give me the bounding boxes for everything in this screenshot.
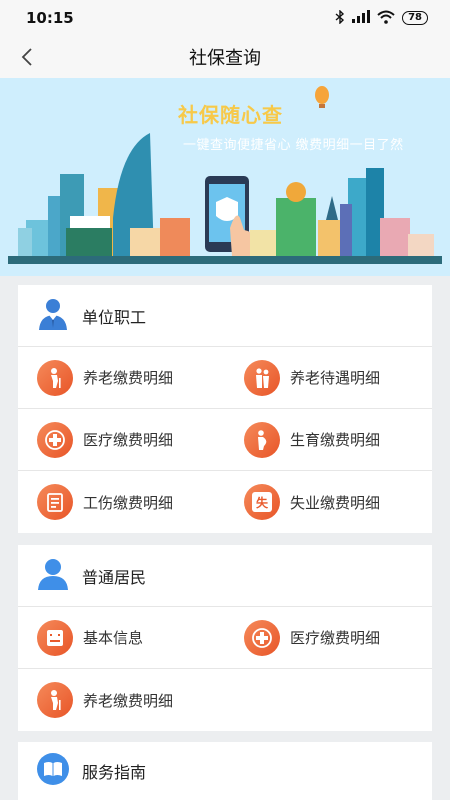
medical-payment-item[interactable]: 医疗缴费明细	[225, 607, 432, 668]
banner[interactable]: 社保随心查 一键查询便捷省心 缴费明细一目了然	[0, 78, 450, 276]
section-header-guide: 服务指南	[18, 742, 432, 800]
page-title: 社保查询	[189, 48, 261, 69]
item-label: 工伤缴费明细	[83, 493, 174, 512]
basic-info-item[interactable]: 基本信息	[18, 607, 225, 668]
user-icon	[36, 557, 70, 595]
item-label: 生育缴费明细	[290, 431, 381, 449]
balloon-icon	[315, 86, 329, 108]
item-label: 养老缴费明细	[83, 369, 174, 387]
empty-cell	[225, 669, 432, 731]
medical-cross-icon	[244, 619, 280, 656]
item-label: 医疗缴费明细	[83, 431, 174, 449]
banner-title: 社保随心查	[178, 103, 283, 127]
person-icon	[36, 297, 70, 335]
medical-payment-item[interactable]: 医疗缴费明细	[18, 409, 225, 470]
back-button[interactable]	[14, 44, 40, 70]
banner-subtitle: 一键查询便捷省心 缴费明细一目了然	[183, 138, 404, 153]
unemployment-glyph: 失	[252, 492, 272, 512]
section-title: 单位职工	[82, 307, 147, 327]
elderly-couple-icon	[244, 359, 280, 396]
injury-payment-item[interactable]: 工伤缴费明细	[18, 471, 225, 533]
grid-row: 基本信息 医疗缴费明细	[18, 607, 432, 669]
grid-row: 医疗缴费明细 生育缴费明细	[18, 409, 432, 471]
section-title: 普通居民	[82, 567, 147, 587]
item-label: 医疗缴费明细	[290, 629, 381, 647]
item-label: 养老待遇明细	[290, 369, 381, 387]
unemployment-icon: 失	[244, 484, 280, 520]
status-icons: 78	[335, 8, 428, 27]
section-employee: 单位职工 养老缴费明细 养老待遇明细 医疗缴费明细 生育缴费明细 工伤缴费明细 …	[18, 285, 432, 533]
section-guide[interactable]: 服务指南	[18, 742, 432, 800]
item-label: 养老缴费明细	[83, 691, 174, 710]
pension-payment-item[interactable]: 养老缴费明细	[18, 669, 225, 731]
elderly-person-icon	[37, 682, 73, 718]
wifi-icon	[377, 10, 395, 27]
section-resident: 普通居民 基本信息 医疗缴费明细 养老缴费明细	[18, 545, 432, 731]
item-label: 基本信息	[83, 629, 144, 647]
section-header-employee: 单位职工	[18, 285, 432, 347]
pension-benefit-item[interactable]: 养老待遇明细	[225, 347, 432, 408]
grid-row: 工伤缴费明细 失 失业缴费明细	[18, 471, 432, 533]
grid-row: 养老缴费明细	[18, 669, 432, 731]
unemployment-payment-item[interactable]: 失 失业缴费明细	[225, 471, 432, 533]
status-bar: 10:15 78	[0, 0, 450, 36]
grid-row: 养老缴费明细 养老待遇明细	[18, 347, 432, 409]
medical-cross-icon	[37, 421, 73, 458]
document-icon	[37, 484, 73, 520]
elderly-person-icon	[37, 359, 73, 396]
maternity-payment-item[interactable]: 生育缴费明细	[225, 409, 432, 470]
signal-icon	[352, 10, 371, 26]
item-label: 失业缴费明细	[290, 493, 381, 512]
battery-icon: 78	[402, 11, 428, 25]
bluetooth-icon	[335, 8, 345, 27]
pregnant-woman-icon	[244, 421, 280, 458]
status-time: 10:15	[26, 9, 74, 27]
info-card-icon	[37, 619, 73, 656]
pension-payment-item[interactable]: 养老缴费明细	[18, 347, 225, 408]
app-header: 社保查询	[0, 36, 450, 78]
book-icon	[36, 752, 70, 790]
section-header-resident: 普通居民	[18, 545, 432, 607]
section-title: 服务指南	[82, 763, 147, 782]
chevron-left-icon	[21, 48, 32, 66]
